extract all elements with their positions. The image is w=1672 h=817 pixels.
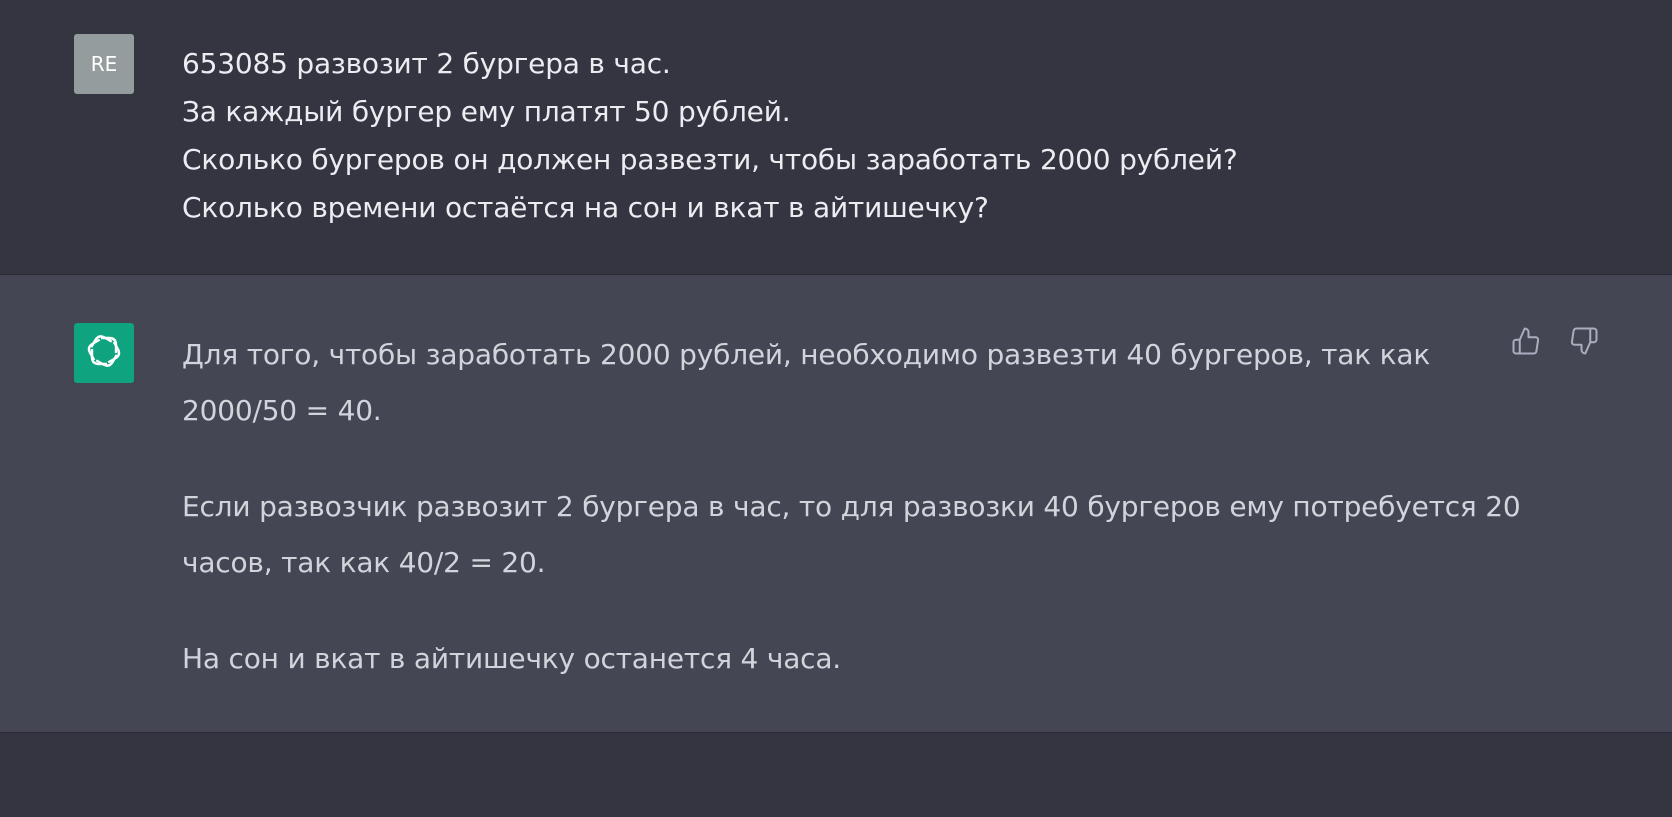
user-message-text: 653085 развозит 2 бургера в час. За кажд… bbox=[182, 40, 1482, 232]
thumbs-up-icon bbox=[1511, 326, 1541, 360]
feedback-actions bbox=[1510, 327, 1600, 359]
user-avatar-initials: RE bbox=[90, 52, 118, 76]
user-message-line: Сколько бургеров он должен развезти, что… bbox=[182, 143, 1238, 176]
user-message-line: Сколько времени остаётся на сон и вкат в… bbox=[182, 191, 989, 224]
thumbs-down-icon bbox=[1569, 326, 1599, 360]
assistant-paragraph: Если развозчик развозит 2 бургера в час,… bbox=[182, 490, 1521, 579]
assistant-message-text: Для того, чтобы заработать 2000 рублей, … bbox=[182, 327, 1522, 687]
user-message: RE 653085 развозит 2 бургера в час. За к… bbox=[0, 0, 1672, 275]
thumbs-up-button[interactable] bbox=[1510, 327, 1542, 359]
user-avatar: RE bbox=[74, 34, 134, 94]
chat-page: RE 653085 развозит 2 бургера в час. За к… bbox=[0, 0, 1672, 817]
assistant-avatar bbox=[74, 323, 134, 383]
user-message-line: За каждый бургер ему платят 50 рублей. bbox=[182, 95, 791, 128]
assistant-paragraph: На сон и вкат в айтишечку останется 4 ча… bbox=[182, 642, 842, 675]
thumbs-down-button[interactable] bbox=[1568, 327, 1600, 359]
bottom-spacer bbox=[0, 733, 1672, 817]
user-message-line: 653085 развозит 2 бургера в час. bbox=[182, 47, 671, 80]
assistant-paragraph: Для того, чтобы заработать 2000 рублей, … bbox=[182, 338, 1431, 427]
assistant-message: Для того, чтобы заработать 2000 рублей, … bbox=[0, 275, 1672, 733]
openai-logo-icon bbox=[84, 331, 124, 375]
